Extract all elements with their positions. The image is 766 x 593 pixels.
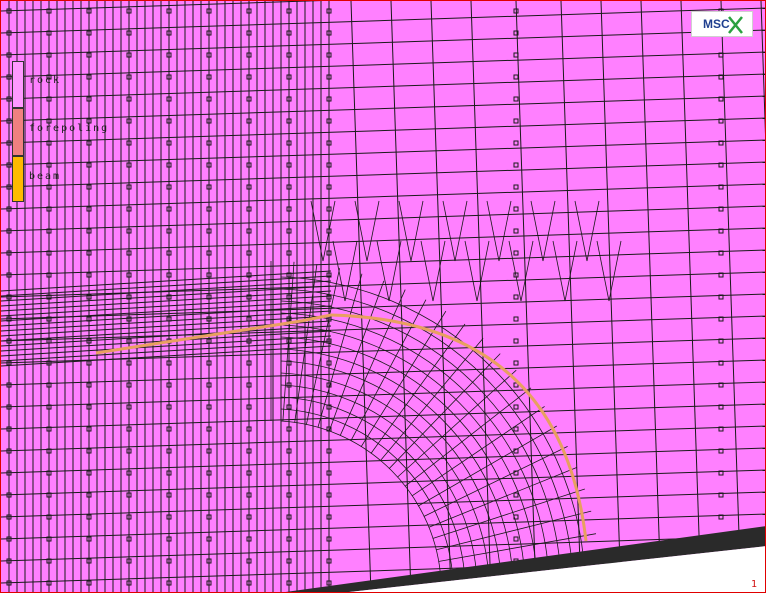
legend-label-rock: rock: [29, 75, 62, 86]
tunnel-fan-mesh: [270, 200, 622, 586]
fe-mesh-canvas[interactable]: [1, 1, 766, 593]
legend-label-forepoling: forepoling: [29, 123, 110, 134]
tunnel-lining-arc: [330, 313, 588, 542]
logo-x-icon: [728, 16, 743, 34]
viewport[interactable]: rock forepoling beam MSC 1: [0, 0, 766, 593]
legend-swatch-beam: [12, 156, 24, 202]
mesh-grid: [1, 1, 765, 592]
msc-logo: MSC: [691, 11, 753, 37]
legend-label-beam: beam: [29, 171, 62, 182]
legend-swatch-forepoling: [12, 108, 24, 156]
frame-number: 1: [751, 579, 758, 590]
legend-swatch-rock: [12, 61, 24, 108]
